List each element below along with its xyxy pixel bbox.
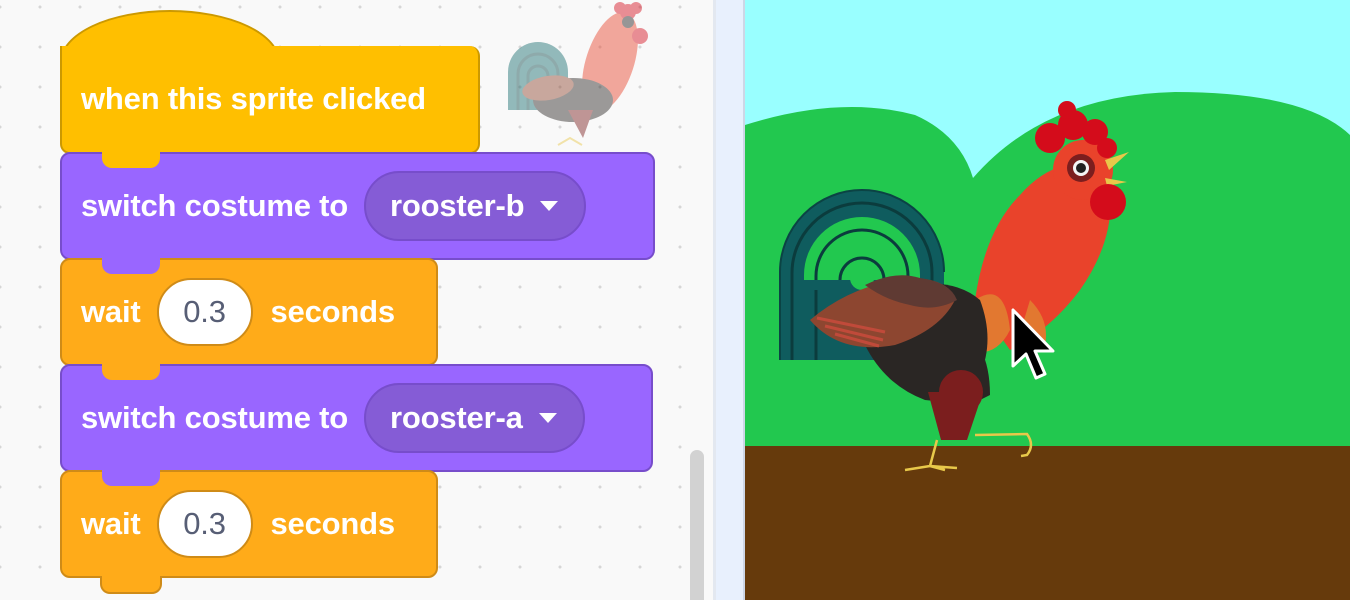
stage-backdrop xyxy=(745,0,1350,600)
sprite-thumbnail-rooster-icon xyxy=(498,0,658,155)
block-label: switch costume to xyxy=(81,400,349,435)
block-label: wait xyxy=(81,506,141,541)
event-when-sprite-clicked-block[interactable]: when this sprite clicked xyxy=(60,46,480,154)
code-area[interactable]: when this sprite clicked switch costume … xyxy=(0,0,716,600)
stage[interactable] xyxy=(745,0,1350,600)
block-suffix: seconds xyxy=(270,506,396,541)
block-label: switch costume to xyxy=(81,188,349,223)
wait-seconds-value: 0.3 xyxy=(183,294,226,329)
hat-block-label: when this sprite clicked xyxy=(81,81,426,116)
block-suffix: seconds xyxy=(270,294,396,329)
code-area-scrollbar[interactable] xyxy=(690,450,704,600)
switch-costume-block-2[interactable]: switch costume to rooster-a xyxy=(60,364,653,472)
wait-block-1[interactable]: wait 0.3 seconds xyxy=(60,258,438,366)
wait-seconds-input-1[interactable]: 0.3 xyxy=(156,278,253,346)
ground xyxy=(745,446,1350,600)
stage-gutter xyxy=(716,0,744,600)
costume-dropdown-1[interactable]: rooster-b xyxy=(364,171,587,241)
costume-dropdown-value: rooster-a xyxy=(390,400,523,435)
wait-block-2[interactable]: wait 0.3 seconds xyxy=(60,470,438,578)
costume-dropdown-value: rooster-b xyxy=(390,188,525,223)
chevron-down-icon xyxy=(540,201,559,211)
costume-dropdown-2[interactable]: rooster-a xyxy=(364,383,585,453)
block-bottom-notch xyxy=(100,576,162,594)
chevron-down-icon xyxy=(538,413,557,423)
wait-seconds-value: 0.3 xyxy=(183,506,226,541)
switch-costume-block-1[interactable]: switch costume to rooster-b xyxy=(60,152,655,260)
wait-seconds-input-2[interactable]: 0.3 xyxy=(156,490,253,558)
block-label: wait xyxy=(81,294,141,329)
